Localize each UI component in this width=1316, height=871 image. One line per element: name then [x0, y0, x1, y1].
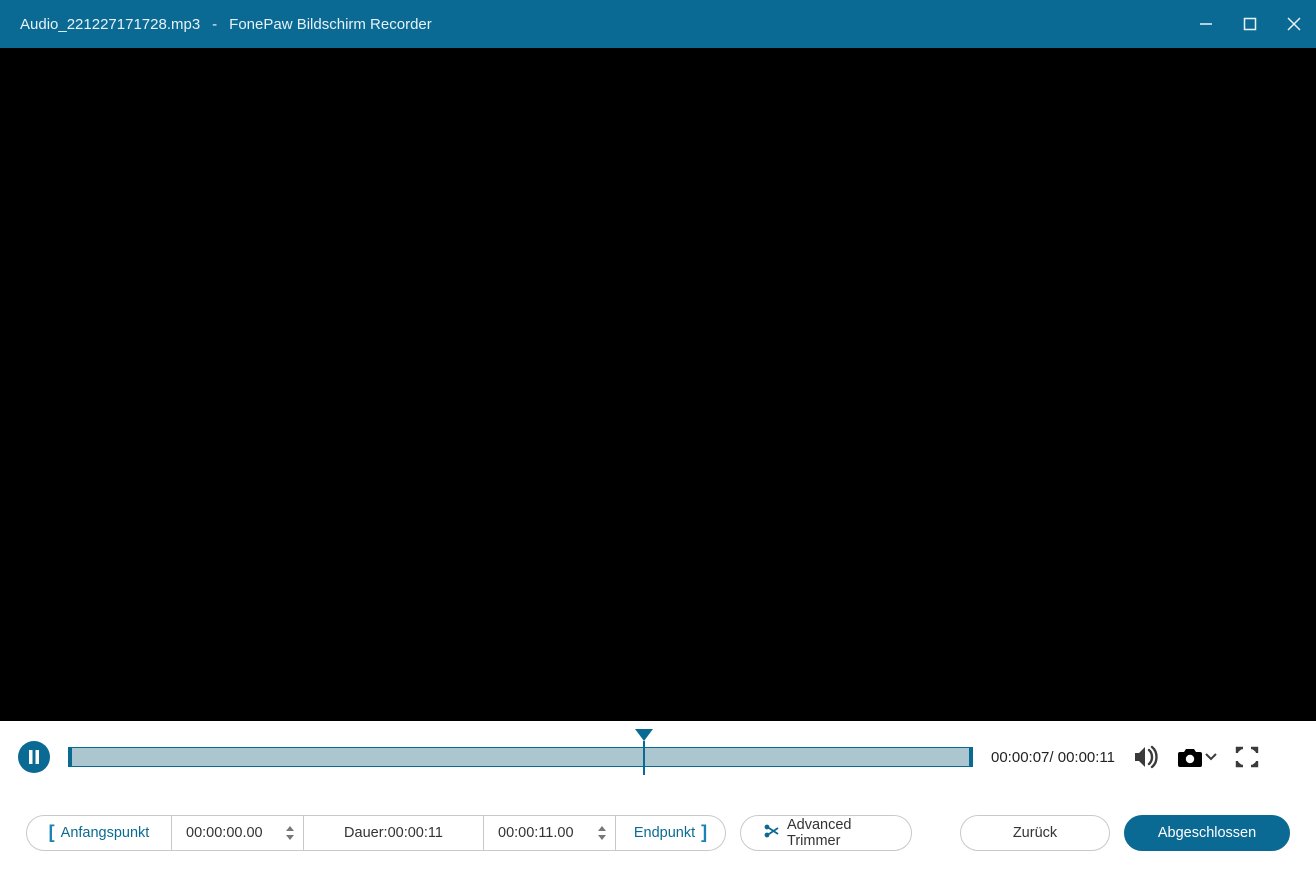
maximize-icon [1243, 17, 1257, 31]
close-button[interactable] [1272, 0, 1316, 48]
advanced-trimmer-button[interactable]: Advanced Trimmer [740, 815, 912, 851]
bracket-right-icon: ] [701, 822, 707, 843]
chevron-down-icon [1205, 752, 1217, 762]
title-appname: FonePaw Bildschirm Recorder [229, 16, 432, 33]
duration-label: Dauer: [344, 825, 388, 841]
start-time-value: 00:00:00.00 [186, 825, 263, 841]
playback-bar: 00:00:07/ 00:00:11 [0, 721, 1316, 793]
pause-button[interactable] [18, 741, 50, 773]
title-filename: Audio_221227171728.mp3 [20, 16, 200, 33]
trim-controls: [ Anfangspunkt 00:00:00.00 Dauer:00:00:1… [26, 815, 726, 851]
seek-track[interactable] [68, 745, 973, 769]
preview-viewport [0, 48, 1316, 721]
start-time-down[interactable] [285, 833, 295, 841]
end-time-input[interactable]: 00:00:11.00 [484, 815, 616, 851]
app-window: Audio_221227171728.mp3 - FonePaw Bildsch… [0, 0, 1316, 871]
start-time-input[interactable]: 00:00:00.00 [172, 815, 304, 851]
set-start-button[interactable]: [ Anfangspunkt [26, 815, 172, 851]
set-end-button[interactable]: Endpunkt ] [616, 815, 726, 851]
fullscreen-button[interactable] [1235, 746, 1259, 768]
done-button[interactable]: Abgeschlossen [1124, 815, 1290, 851]
back-button[interactable]: Zurück [960, 815, 1110, 851]
volume-button[interactable] [1133, 745, 1159, 769]
pause-icon [28, 750, 40, 764]
end-time-up[interactable] [597, 824, 607, 832]
snapshot-button[interactable] [1177, 746, 1217, 768]
playhead-marker-icon [635, 729, 653, 741]
start-time-up[interactable] [285, 824, 295, 832]
minimize-icon [1199, 17, 1213, 31]
titlebar: Audio_221227171728.mp3 - FonePaw Bildsch… [0, 0, 1316, 48]
end-time-value: 00:00:11.00 [498, 825, 574, 841]
window-controls [1184, 0, 1316, 48]
end-label: Endpunkt [634, 825, 695, 841]
duration-value: 00:00:11 [388, 825, 443, 841]
end-time-spinner [597, 824, 607, 841]
advanced-trimmer-label: Advanced Trimmer [787, 817, 889, 849]
fullscreen-icon [1235, 746, 1259, 768]
playhead-line [643, 741, 645, 775]
close-icon [1287, 17, 1301, 31]
duration-display: Dauer:00:00:11 [304, 815, 484, 851]
action-bar: [ Anfangspunkt 00:00:00.00 Dauer:00:00:1… [0, 793, 1316, 871]
time-display: 00:00:07/ 00:00:11 [991, 749, 1115, 766]
volume-icon [1133, 745, 1159, 769]
minimize-button[interactable] [1184, 0, 1228, 48]
back-label: Zurück [1013, 825, 1057, 841]
start-time-spinner [285, 824, 295, 841]
playhead[interactable] [635, 729, 653, 775]
seek-track-bar [68, 747, 973, 767]
end-time-down[interactable] [597, 833, 607, 841]
titlebar-title: Audio_221227171728.mp3 - FonePaw Bildsch… [20, 16, 432, 33]
maximize-button[interactable] [1228, 0, 1272, 48]
bracket-left-icon: [ [49, 822, 55, 843]
scissors-icon [763, 823, 779, 843]
camera-icon [1177, 746, 1203, 768]
title-separator: - [208, 16, 221, 33]
start-label: Anfangspunkt [61, 825, 150, 841]
done-label: Abgeschlossen [1158, 825, 1256, 841]
